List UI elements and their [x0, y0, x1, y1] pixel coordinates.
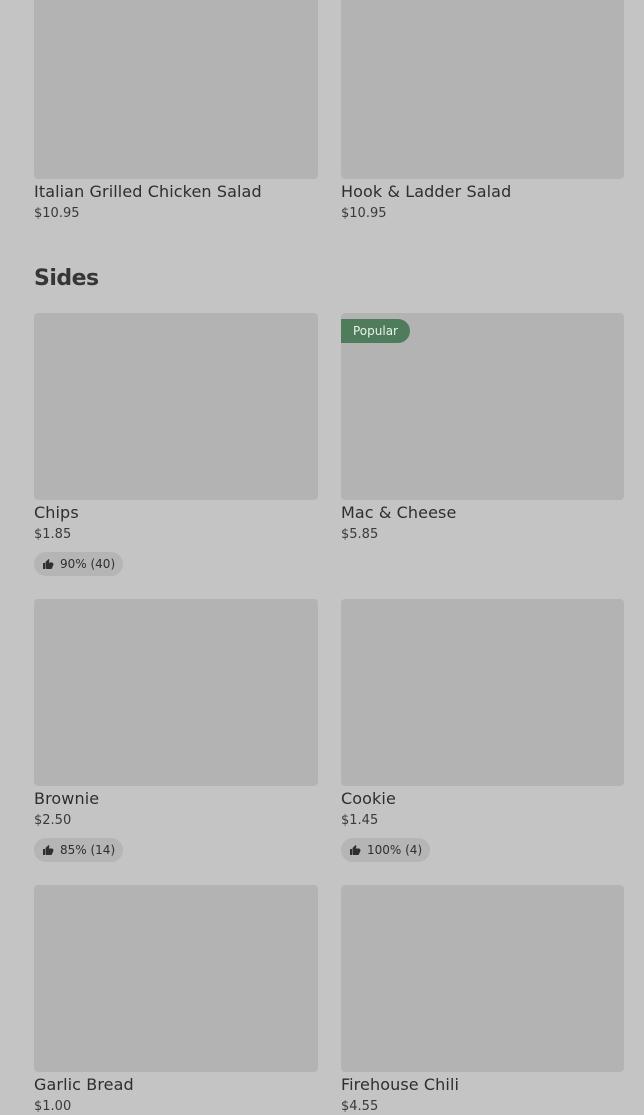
item-name: Firehouse Chili	[341, 1075, 460, 1094]
item-price: $2.50	[34, 813, 72, 828]
popular-badge: Popular	[341, 319, 410, 343]
item-image[interactable]	[34, 599, 318, 786]
item-price: $1.00	[34, 1099, 72, 1114]
rating-badge: 85% (14)	[34, 838, 124, 862]
menu-item-card[interactable]: Hook & Ladder Salad $10.95	[341, 0, 624, 222]
rating-text: 90% (40)	[60, 557, 116, 571]
thumbs-up-icon	[350, 845, 361, 855]
section-title: Sides	[34, 266, 99, 291]
item-image[interactable]	[341, 0, 624, 179]
menu-item-card[interactable]: Chips $1.85 90% (40)	[34, 313, 318, 576]
item-image[interactable]	[34, 885, 318, 1072]
item-name: Brownie	[34, 789, 100, 808]
item-price: $10.95	[34, 206, 80, 221]
item-price: $5.85	[341, 527, 379, 542]
thumbs-up-icon	[43, 559, 54, 569]
menu-item-card[interactable]: Firehouse Chili $4.55	[341, 885, 624, 1115]
thumbs-up-icon	[43, 845, 54, 855]
item-image[interactable]	[341, 599, 624, 786]
rating-badge: 100% (4)	[341, 838, 431, 862]
item-name: Garlic Bread	[34, 1075, 134, 1094]
item-price: $1.45	[341, 813, 379, 828]
item-name: Hook & Ladder Salad	[341, 182, 512, 201]
item-name: Italian Grilled Chicken Salad	[34, 182, 262, 201]
item-name: Chips	[34, 503, 79, 522]
menu-item-card[interactable]: Popular Mac & Cheese $5.85	[341, 313, 624, 543]
item-price: $1.85	[34, 527, 72, 542]
item-image[interactable]	[341, 885, 624, 1072]
rating-text: 85% (14)	[60, 843, 116, 857]
item-price: $4.55	[341, 1099, 379, 1114]
item-image[interactable]	[34, 0, 318, 179]
item-name: Mac & Cheese	[341, 503, 457, 522]
item-name: Cookie	[341, 789, 396, 808]
rating-text: 100% (4)	[367, 843, 423, 857]
menu-item-card[interactable]: Cookie $1.45 100% (4)	[341, 599, 624, 862]
item-image[interactable]	[34, 313, 318, 500]
item-price: $10.95	[341, 206, 387, 221]
menu-item-card[interactable]: Brownie $2.50 85% (14)	[34, 599, 318, 862]
menu-item-card[interactable]: Garlic Bread $1.00	[34, 885, 318, 1115]
menu-item-card[interactable]: Italian Grilled Chicken Salad $10.95	[34, 0, 318, 222]
rating-badge: 90% (40)	[34, 552, 124, 576]
item-image[interactable]: Popular	[341, 313, 624, 500]
